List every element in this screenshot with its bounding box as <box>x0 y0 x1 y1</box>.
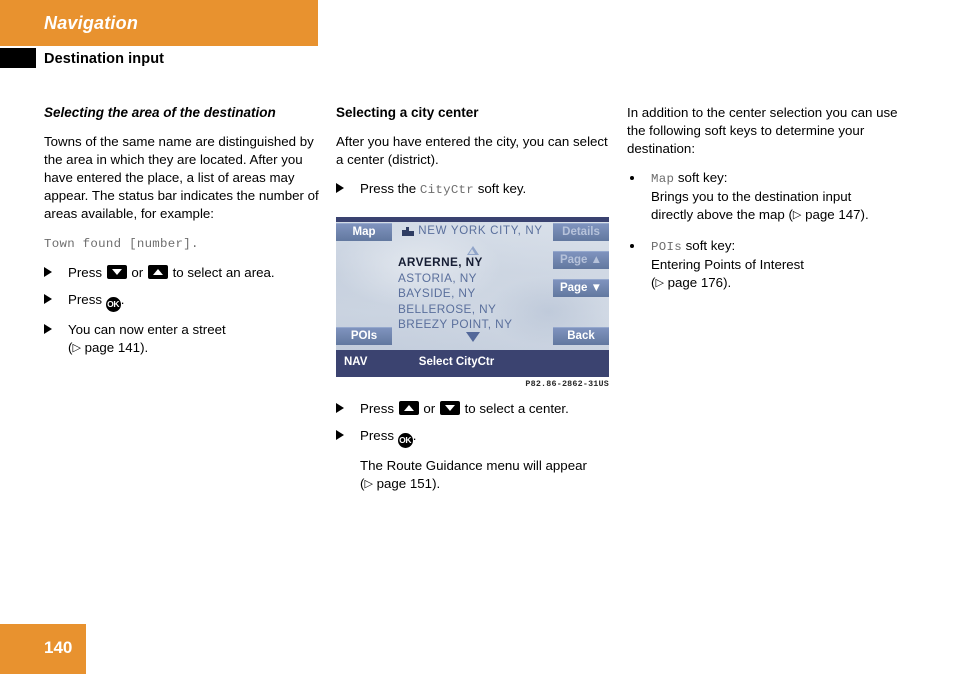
map-softkey-suffix: soft key: <box>674 170 728 186</box>
list-item[interactable]: ARVERNE, NY <box>398 255 558 271</box>
figure-code: P82.86-2862-31US <box>525 379 609 389</box>
step-text-pre: Press <box>360 401 398 416</box>
status-action-label: Select CityCtr <box>418 356 495 368</box>
softkey-map[interactable]: Map <box>336 223 392 241</box>
page-ref-triangle-icon: ▷ <box>792 209 802 222</box>
step-text-mid: or <box>419 401 439 416</box>
down-arrow-key-icon <box>439 401 460 415</box>
ok-key-icon: OK <box>105 296 121 312</box>
example-code-text: Town found [number]. <box>44 236 199 251</box>
page-ref-triangle-icon: ▷ <box>72 341 81 354</box>
step-text-post: to select an area. <box>168 264 275 280</box>
left-column-heading: Selecting the area of the destination <box>44 105 276 120</box>
navigation-screen: Map POIs Details Page ▲ Page ▼ Back NEW … <box>336 217 609 377</box>
screen-city-name: NEW YORK CITY, NY <box>418 225 543 237</box>
softkey-details[interactable]: Details <box>553 223 609 241</box>
step-text-pre: Press <box>68 291 106 307</box>
ok-key-icon: OK <box>397 433 413 449</box>
middle-column-paragraph: After you have entered the city, you can… <box>336 133 608 167</box>
step-select-center: Press or to select a center. <box>336 400 618 418</box>
step-enter-street-text: You can now enter a street <box>68 321 226 337</box>
middle-column: Selecting a city center After you have e… <box>336 104 612 208</box>
step-press-ok-center: Press OK. <box>336 427 618 449</box>
list-item[interactable]: BAYSIDE, NY <box>398 286 558 302</box>
scroll-down-indicator-icon[interactable] <box>336 329 609 347</box>
city-center-list[interactable]: ARVERNE, NY ASTORIA, NY BAYSIDE, NY BELL… <box>398 255 558 333</box>
step-press-ok: Press OK. <box>44 291 320 312</box>
step-text-pre: Press <box>68 264 106 280</box>
page-number-box <box>0 624 86 674</box>
step-triangle-icon <box>44 293 52 304</box>
section-title: Destination input <box>44 51 165 67</box>
city-buildings-icon <box>402 226 415 236</box>
bullet-pois-softkey: POIs soft key: Entering Points of Intere… <box>627 237 907 292</box>
left-column-paragraph: Towns of the same name are distinguished… <box>44 133 319 221</box>
page-reference: page 176 <box>667 275 724 291</box>
softkey-page-down[interactable]: Page ▼ <box>553 279 609 297</box>
screen-status-bar: NAV Select CityCtr <box>336 350 609 377</box>
step-select-area: Press or to select an area. <box>44 264 320 282</box>
route-guidance-text: The Route Guidance menu will appear <box>360 458 587 474</box>
page-reference: page 141 <box>84 339 141 355</box>
list-item[interactable]: ASTORIA, NY <box>398 271 558 287</box>
bullet-dot-icon <box>630 176 634 181</box>
step-triangle-icon <box>44 266 52 277</box>
page-ref-triangle-icon: ▷ <box>655 277 664 290</box>
cityctr-softkey-name: CityCtr <box>419 182 475 197</box>
step-press-cityctr: Press the CityCtr soft key. <box>336 180 612 199</box>
page-ref-triangle-icon: ▷ <box>364 478 373 491</box>
right-column: In addition to the center selection you … <box>627 104 907 305</box>
step-triangle-icon <box>336 430 344 441</box>
screen-top-strip <box>336 217 609 222</box>
map-softkey-line1: Brings you to the destination input <box>651 189 852 205</box>
pois-softkey-line1: Entering Points of Interest <box>651 257 804 273</box>
step-text-post: . <box>412 428 417 444</box>
screen-city-header: NEW YORK CITY, NY <box>392 223 553 240</box>
step-text-pre: Press the <box>360 180 420 196</box>
step-text-post: to select a center. <box>460 401 569 416</box>
step-text-post: . <box>120 291 125 307</box>
map-softkey-line2-post: ). <box>860 207 869 223</box>
step-triangle-icon <box>336 182 344 193</box>
pois-softkey-name: POIs <box>651 240 682 255</box>
left-column: Selecting the area of the destination To… <box>44 104 320 366</box>
down-arrow-key-icon <box>106 264 127 279</box>
step-enter-street: You can now enter a street (▷ page 141). <box>44 321 320 357</box>
step-text-post: soft key. <box>474 180 527 196</box>
step-text-mid: or <box>127 264 147 280</box>
step-text-pre: Press <box>360 428 398 444</box>
middle-column-steps-below-figure: Press or to select a center. Press OK. T… <box>336 400 618 502</box>
step-triangle-icon <box>44 323 52 334</box>
map-softkey-name: Map <box>651 172 675 187</box>
chapter-title: Navigation <box>44 13 139 33</box>
pois-softkey-line2-post: ). <box>723 275 732 291</box>
route-guidance-note: The Route Guidance menu will appear (▷ p… <box>360 458 587 492</box>
right-column-intro: In addition to the center selection you … <box>627 105 898 157</box>
page-reference: page 151 <box>376 476 433 492</box>
step-triangle-icon <box>336 403 344 413</box>
navigation-screen-figure: Map POIs Details Page ▲ Page ▼ Back NEW … <box>336 217 609 389</box>
up-arrow-key-icon <box>398 401 419 415</box>
list-item[interactable]: BELLEROSE, NY <box>398 302 558 318</box>
page-reference: page 147 <box>805 207 861 223</box>
bullet-dot-icon <box>630 244 634 249</box>
left-column-example-code: Town found [number]. <box>44 234 320 253</box>
section-marker <box>0 48 36 68</box>
map-softkey-line2-pre: directly above the map ( <box>651 207 793 223</box>
bullet-map-softkey: Map soft key: Brings you to the destinat… <box>627 169 907 224</box>
pois-softkey-suffix: soft key: <box>681 238 736 254</box>
page-number: 140 <box>44 638 73 657</box>
up-arrow-key-icon <box>147 264 168 279</box>
middle-column-heading: Selecting a city center <box>336 105 479 120</box>
